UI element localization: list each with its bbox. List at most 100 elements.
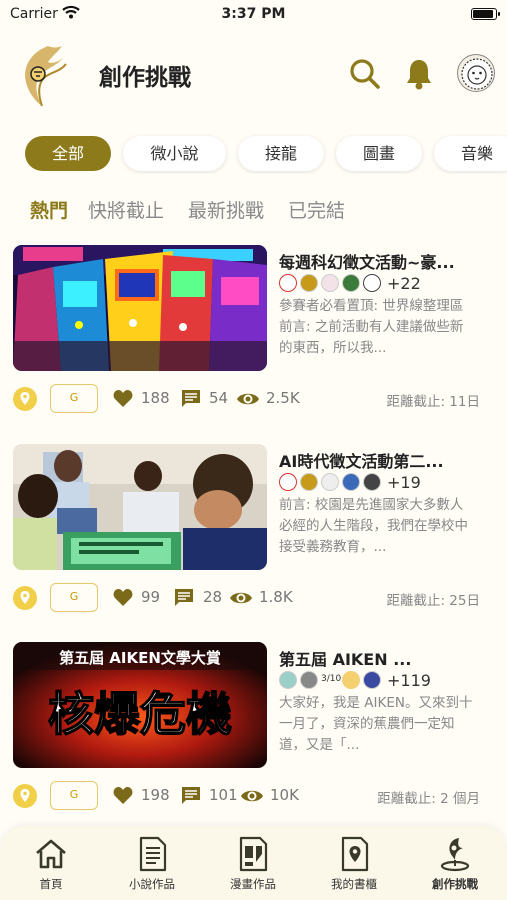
challenge-thumbnail[interactable] bbox=[13, 245, 267, 371]
chip-micro-fiction[interactable]: 微小說 bbox=[123, 136, 226, 171]
views-count: 1.8K bbox=[259, 588, 293, 606]
status-bar: Carrier 3:37 PM bbox=[0, 0, 507, 30]
card-meta: G 188 54 2.5K 距離截止: 11日 bbox=[0, 383, 507, 415]
eye-icon bbox=[241, 790, 263, 802]
tab-challenges[interactable]: 創作挑戰 bbox=[410, 836, 500, 892]
challenge-thumbnail[interactable]: 第五屆 AIKEN文學大賞 核爆危機 bbox=[13, 642, 267, 768]
avatar[interactable] bbox=[457, 54, 495, 92]
participant-avatar bbox=[342, 473, 360, 491]
participant-avatar-text: 3/10 bbox=[321, 674, 342, 684]
participant-count: +19 bbox=[387, 473, 421, 492]
lion-avatar-icon bbox=[461, 58, 493, 90]
challenge-description: 參賽者必看置頂: 世界線整理區前言: 之前活動有人建議做些新的東西，所以我... bbox=[279, 298, 464, 356]
participant-avatars: +19 bbox=[279, 473, 479, 493]
tab-completed[interactable]: 已完結 bbox=[288, 196, 345, 223]
tab-novels-label: 小說作品 bbox=[129, 877, 175, 891]
pin-badge-icon bbox=[13, 784, 37, 808]
comment-icon[interactable] bbox=[181, 389, 201, 409]
novel-icon bbox=[139, 836, 167, 872]
likes-count: 99 bbox=[141, 588, 161, 606]
deadline-label: 距離截止: 2 個月 bbox=[377, 791, 480, 807]
participant-avatar bbox=[279, 274, 297, 292]
participant-avatar bbox=[300, 671, 318, 689]
arcade-image bbox=[13, 245, 267, 371]
participant-avatar bbox=[321, 274, 339, 292]
logo-icon[interactable] bbox=[18, 44, 70, 108]
heart-icon[interactable] bbox=[113, 389, 133, 408]
battery-icon bbox=[471, 8, 500, 20]
comic-icon bbox=[239, 836, 268, 872]
challenge-card[interactable]: AI時代徵文活動第二... +19 前言: 校園是先進國家大多數人必經的人生階段… bbox=[0, 444, 507, 634]
challenge-thumbnail[interactable] bbox=[13, 444, 267, 570]
app-header: 創作挑戰 bbox=[0, 38, 507, 108]
participant-avatar bbox=[363, 671, 381, 689]
category-chips: 全部 微小說 接龍 圖畫 音樂 bbox=[0, 134, 507, 174]
banner-title: 核爆危機 bbox=[48, 687, 232, 741]
heart-icon[interactable] bbox=[113, 786, 133, 805]
participant-count: +119 bbox=[387, 671, 431, 690]
deadline-label: 距離截止: 11日 bbox=[386, 394, 480, 410]
participant-avatar bbox=[279, 473, 297, 491]
tab-newest[interactable]: 最新挑戰 bbox=[188, 196, 264, 223]
classroom-image bbox=[13, 444, 267, 570]
challenge-title[interactable]: 每週科幻徵文活動~豪... bbox=[279, 249, 479, 273]
participant-avatar bbox=[300, 473, 318, 491]
chip-all[interactable]: 全部 bbox=[25, 136, 111, 171]
challenge-icon bbox=[440, 838, 470, 872]
comments-count: 101 bbox=[209, 786, 238, 804]
pin-badge-icon bbox=[13, 387, 37, 411]
challenge-title[interactable]: 第五屆 AIKEN ... bbox=[279, 646, 479, 670]
challenge-description: 大家好，我是 AIKEN。又來到十一月了，資深的蕉農們一定知道，又是「... bbox=[279, 695, 473, 753]
eye-icon bbox=[237, 393, 259, 405]
tab-closing-soon[interactable]: 快將截止 bbox=[88, 196, 164, 223]
comments-count: 54 bbox=[209, 389, 229, 407]
likes-count: 198 bbox=[141, 786, 170, 804]
challenge-card[interactable]: 第五屆 AIKEN文學大賞 核爆危機 第五屆 AIKEN ... 3/10 +1… bbox=[0, 642, 507, 832]
tab-comics[interactable]: 漫畫作品 bbox=[208, 836, 298, 892]
participant-count: +22 bbox=[387, 274, 421, 293]
tab-home[interactable]: 首頁 bbox=[6, 836, 96, 892]
participant-avatar bbox=[300, 274, 318, 292]
participant-avatar bbox=[321, 473, 339, 491]
heart-icon[interactable] bbox=[113, 588, 133, 607]
participant-avatar bbox=[342, 671, 360, 689]
home-icon bbox=[36, 839, 66, 869]
card-meta: G 198 101 10K 距離截止: 2 個月 bbox=[0, 780, 507, 812]
banner-subtitle: 第五屆 AIKEN文學大賞 bbox=[59, 649, 221, 667]
rating-badge: G bbox=[50, 384, 98, 413]
participant-avatars: 3/10 +119 bbox=[279, 671, 479, 691]
tab-comics-label: 漫畫作品 bbox=[230, 877, 276, 891]
search-icon[interactable] bbox=[349, 58, 381, 90]
likes-count: 188 bbox=[141, 389, 170, 407]
comments-count: 28 bbox=[203, 588, 223, 606]
bookshelf-icon bbox=[341, 836, 369, 872]
participant-avatar bbox=[363, 274, 381, 292]
chip-relay[interactable]: 接龍 bbox=[238, 136, 324, 171]
challenge-card[interactable]: 每週科幻徵文活動~豪... +22 參賽者必看置頂: 世界線整理區前言: 之前活… bbox=[0, 245, 507, 435]
tab-popular[interactable]: 熱門 bbox=[30, 196, 68, 223]
deadline-label: 距離截止: 25日 bbox=[386, 593, 480, 609]
chip-music[interactable]: 音樂 bbox=[434, 136, 507, 171]
views-count: 10K bbox=[270, 786, 299, 804]
pin-badge-icon bbox=[13, 586, 37, 610]
participant-avatar bbox=[279, 671, 297, 689]
chip-drawing[interactable]: 圖畫 bbox=[336, 136, 422, 171]
challenge-title[interactable]: AI時代徵文活動第二... bbox=[279, 448, 479, 472]
comment-icon[interactable] bbox=[174, 588, 194, 608]
rating-badge: G bbox=[50, 583, 98, 612]
challenge-description: 前言: 校園是先進國家大多數人必經的人生階段，我們在學校中接受義務教育，... bbox=[279, 497, 468, 555]
participant-avatar bbox=[363, 473, 381, 491]
participant-avatar bbox=[342, 274, 360, 292]
rating-badge: G bbox=[50, 781, 98, 810]
card-meta: G 99 28 1.8K 距離截止: 25日 bbox=[0, 582, 507, 614]
comment-icon[interactable] bbox=[181, 786, 201, 806]
nuclear-crisis-banner: 第五屆 AIKEN文學大賞 核爆危機 bbox=[13, 642, 267, 768]
tab-bookshelf[interactable]: 我的書櫃 bbox=[309, 836, 399, 892]
tab-bookshelf-label: 我的書櫃 bbox=[331, 877, 377, 891]
tab-home-label: 首頁 bbox=[39, 877, 63, 891]
page-title: 創作挑戰 bbox=[99, 65, 191, 91]
bell-icon[interactable] bbox=[405, 58, 433, 90]
clock: 3:37 PM bbox=[221, 6, 286, 22]
tab-novels[interactable]: 小說作品 bbox=[107, 836, 197, 892]
eye-icon bbox=[230, 592, 252, 604]
